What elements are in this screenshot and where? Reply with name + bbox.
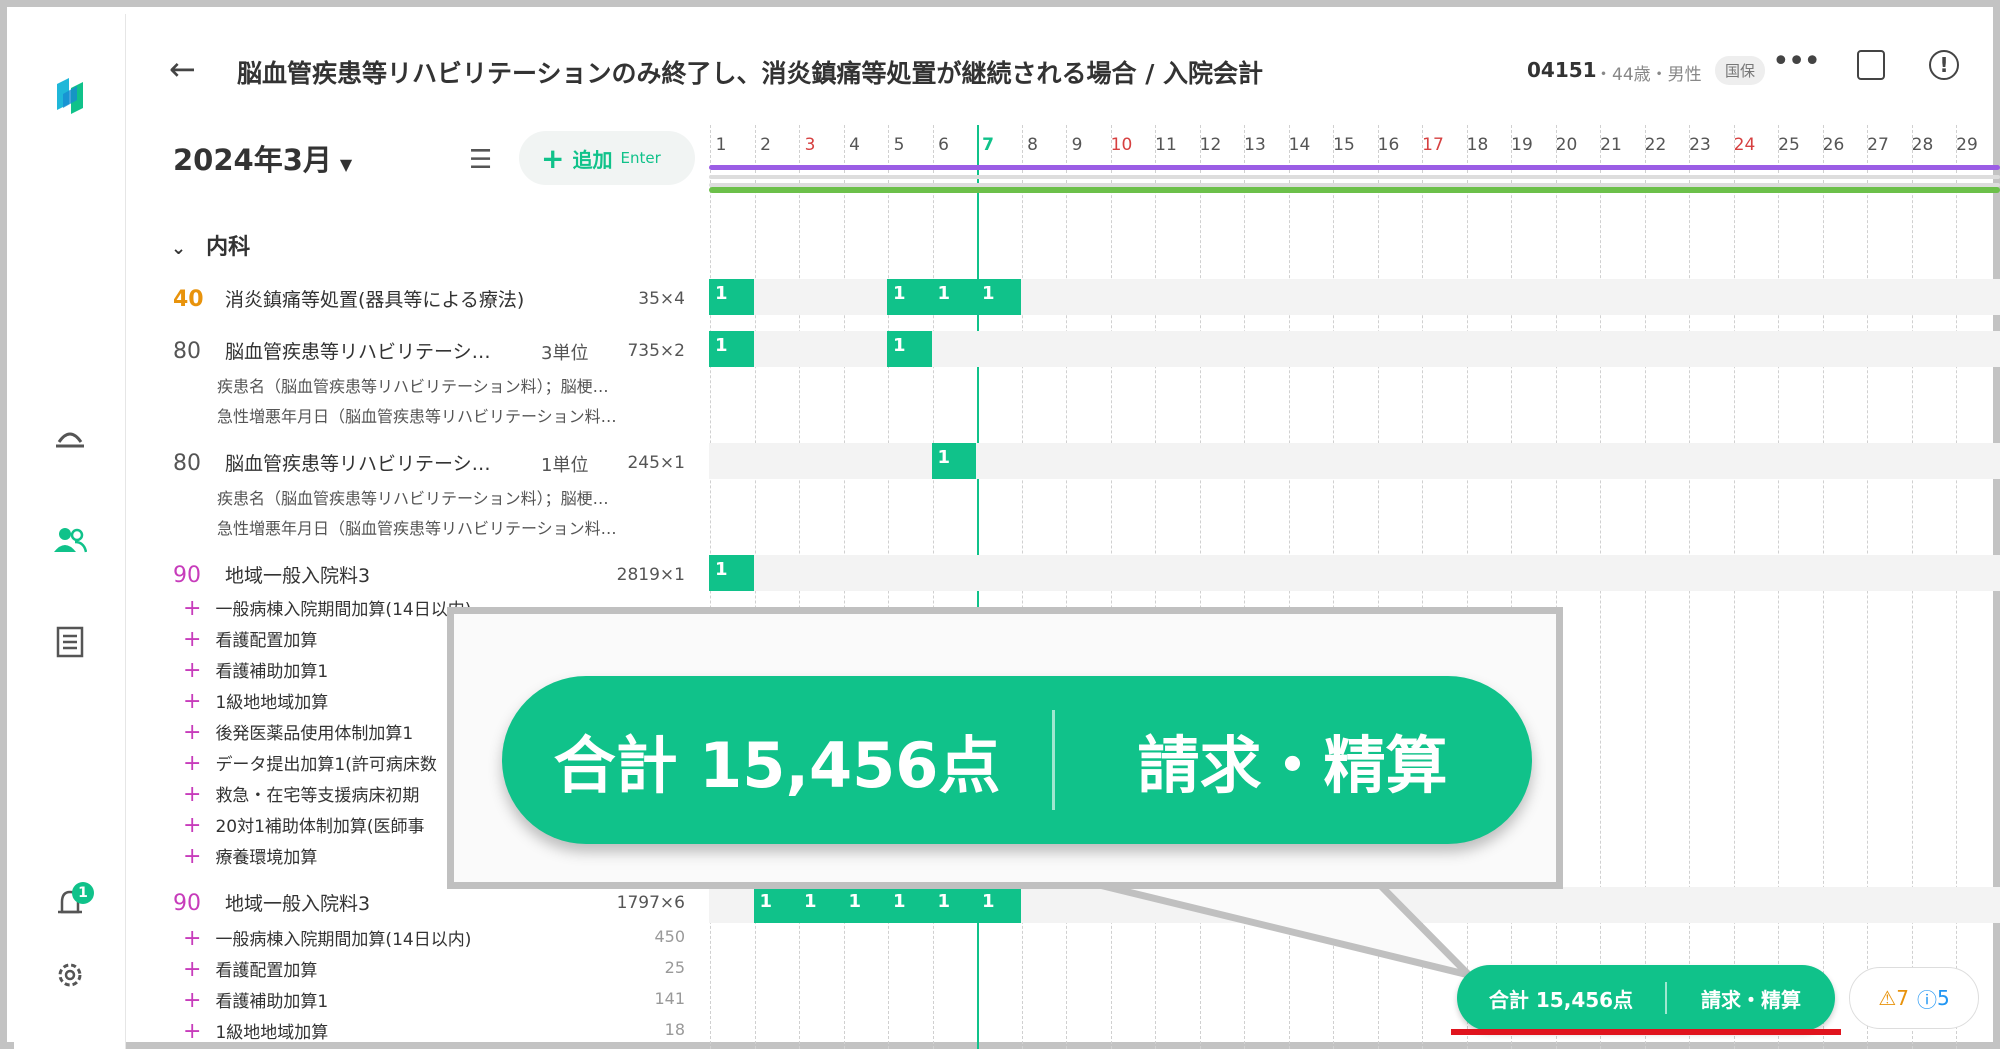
warning-count: 7 bbox=[1896, 986, 1909, 1010]
total-points-zoomed: 合計 15,456点 bbox=[553, 729, 1001, 802]
callout-zoom: 合計 15,456点 請求・精算 bbox=[447, 607, 1563, 889]
billing-action-zoomed: 請求・精算 bbox=[1137, 729, 1448, 802]
divider bbox=[1665, 982, 1667, 1014]
warning-icon: ⚠ bbox=[1878, 986, 1897, 1010]
billing-action: 請求・精算 bbox=[1701, 987, 1801, 1012]
billing-button-zoomed[interactable]: 合計 15,456点 請求・精算 bbox=[502, 676, 1532, 844]
total-points: 合計 15,456点 bbox=[1488, 987, 1634, 1012]
app-window: 1 ← 脳血管疾患等リハビリテーションのみ終了し、消炎鎮痛等処置が継続される場合… bbox=[0, 0, 2000, 1049]
info-count: 5 bbox=[1936, 986, 1950, 1010]
divider bbox=[1052, 710, 1055, 810]
info-icon: ⓘ bbox=[1916, 987, 1937, 1012]
highlight-underline bbox=[1451, 1029, 1841, 1035]
alerts-button[interactable]: ⚠ 7 ⓘ 5 bbox=[1849, 967, 1979, 1029]
billing-button[interactable]: 合計 15,456点 請求・精算 bbox=[1457, 965, 1835, 1031]
callout-tail bbox=[1086, 878, 1481, 982]
